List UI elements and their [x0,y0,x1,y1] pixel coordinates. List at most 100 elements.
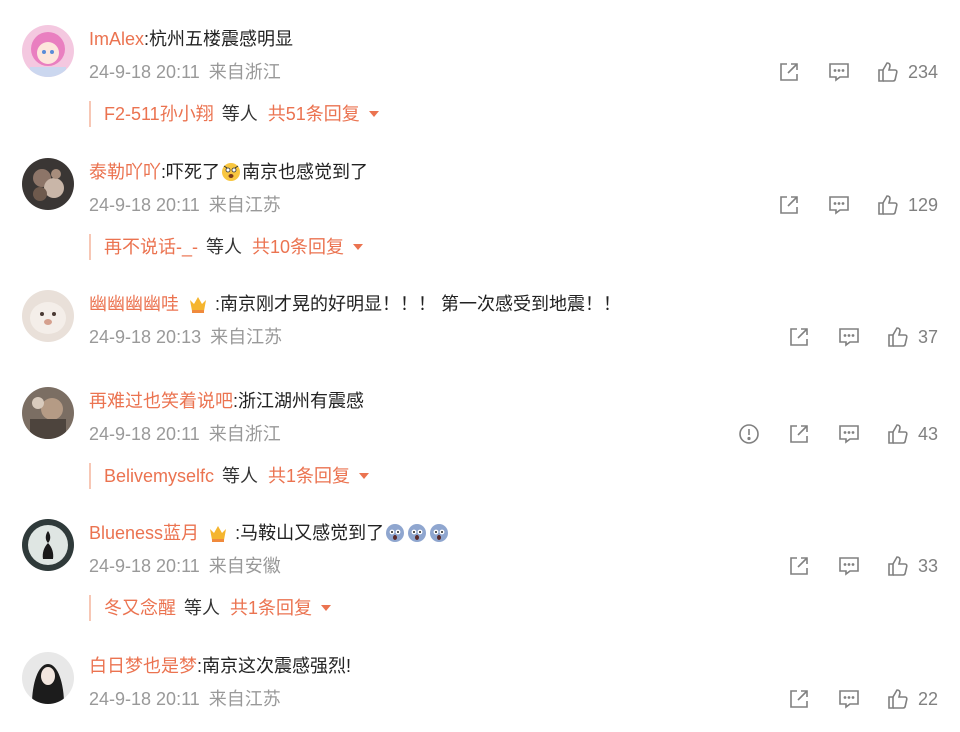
like-count: 129 [907,194,938,215]
comment-icon[interactable] [826,59,852,85]
reply-count-link[interactable]: 共10条回复 [252,234,364,260]
reply-summary: F2-511孙小翔 等人 共51条回复 [89,101,380,127]
like-count: 37 [917,326,938,347]
avatar[interactable] [22,652,74,704]
timestamp: 24-9-18 20:11 [89,62,200,82]
share-icon[interactable] [776,59,802,85]
username[interactable]: 幽幽幽幽哇 [89,290,179,318]
comment-meta: 24-9-18 20:11 来自安徽 [89,553,281,579]
location: 来自江苏 [210,327,283,347]
thumbs-up-icon [878,195,898,215]
reply-count-link[interactable]: 共1条回复 [268,463,370,489]
location: 来自江苏 [208,689,281,709]
thumbs-up-icon [888,424,908,444]
reply-username[interactable]: F2-511孙小翔 [104,101,214,127]
thumbs-up-icon [888,327,908,347]
reply-username[interactable]: 冬又念醒 [104,595,176,621]
username[interactable]: 再难过也笑着说吧 [89,387,233,415]
like-button[interactable]: 37 [886,325,938,349]
reply-count: 共1条回复 [230,598,313,618]
avatar[interactable] [22,387,74,439]
comment-text: :南京这次震感强烈! [197,656,352,676]
reply-summary: 冬又念醒 等人 共1条回复 [89,595,332,621]
share-icon[interactable] [776,192,802,218]
like-count: 234 [907,61,938,82]
comment-text: 南京也感觉到了 [242,162,369,182]
reply-etc: 等人 [184,598,220,618]
share-icon[interactable] [786,324,812,350]
username[interactable]: Blueness蓝月 [89,519,199,547]
comment-icon[interactable] [836,686,862,712]
reply-etc: 等人 [222,466,259,486]
like-button[interactable]: 33 [886,554,938,578]
reply-summary: Belivemyselfc 等人 共1条回复 [89,463,370,489]
comment-icon[interactable] [826,192,852,218]
comment-text: :浙江湖州有震感 [233,391,365,411]
avatar[interactable] [22,290,74,342]
location: 来自浙江 [208,62,281,82]
comment-actions: 22 [762,686,938,712]
comment-icon[interactable] [836,421,862,447]
comment-meta: 24-9-18 20:11 来自江苏 [89,192,281,218]
comment-meta: 24-9-18 20:11 来自江苏 [89,686,281,712]
reply-username[interactable]: Belivemyselfc [104,463,214,489]
reply-count: 共51条回复 [267,104,360,124]
comment-actions: 234 [752,59,938,85]
emoji-icon [386,524,405,542]
comment-meta: 24-9-18 20:11 来自浙江 [89,59,281,85]
thumbs-up-icon [888,556,908,576]
comment-actions: 37 [762,324,938,350]
caret-down-icon [353,244,364,250]
like-button[interactable]: 129 [876,193,938,217]
reply-username[interactable]: 再不说话-_- [104,234,198,260]
like-count: 43 [917,423,938,444]
reply-etc: 等人 [206,237,242,257]
caret-down-icon [368,111,379,117]
like-button[interactable]: 22 [886,687,938,711]
share-icon[interactable] [786,686,812,712]
caret-down-icon [321,605,332,611]
comment-icon[interactable] [836,324,862,350]
reply-count-link[interactable]: 共51条回复 [268,101,380,127]
like-button[interactable]: 234 [876,60,938,84]
reply-count: 共1条回复 [268,466,351,486]
caret-down-icon [359,473,370,479]
like-button[interactable]: 43 [886,422,938,446]
location: 来自安徽 [208,556,281,576]
crown-badge-icon [207,522,229,544]
username[interactable]: ImAlex [89,25,144,53]
comment-text: :杭州五楼震感明显 [144,29,294,49]
timestamp: 24-9-18 20:11 [89,556,200,576]
report-icon[interactable] [736,421,762,447]
comment-actions: 43 [712,421,938,447]
comment-text: :马鞍山又感觉到了 [235,523,385,543]
reply-count: 共10条回复 [252,237,345,257]
comment-icon[interactable] [836,553,862,579]
comment-text: :吓死了 [161,162,221,182]
reply-count-link[interactable]: 共1条回复 [230,595,332,621]
avatar[interactable] [22,519,74,571]
comment-actions: 33 [762,553,938,579]
share-icon[interactable] [786,421,812,447]
timestamp: 24-9-18 20:11 [89,424,200,444]
avatar[interactable] [22,158,74,210]
reply-etc: 等人 [221,104,258,124]
emoji-icon [430,524,449,542]
like-count: 22 [917,688,938,709]
share-icon[interactable] [786,553,812,579]
location: 来自江苏 [208,195,281,215]
timestamp: 24-9-18 20:11 [89,689,200,709]
comment-meta: 24-9-18 20:13 来自江苏 [89,324,282,350]
username[interactable]: 白日梦也是梦 [89,652,197,680]
comment-text: :南京刚才晃的好明显！！！ 第一次感受到地震！！ [215,294,621,314]
crown-badge-icon [187,293,209,315]
location: 来自浙江 [208,424,281,444]
thumbs-up-icon [878,62,898,82]
like-count: 33 [917,555,938,576]
emoji-icon [222,163,241,181]
emoji-icon [408,524,427,542]
thumbs-up-icon [888,689,908,709]
avatar[interactable] [22,25,74,77]
username[interactable]: 泰勒吖吖 [89,158,161,186]
timestamp: 24-9-18 20:11 [89,195,200,215]
